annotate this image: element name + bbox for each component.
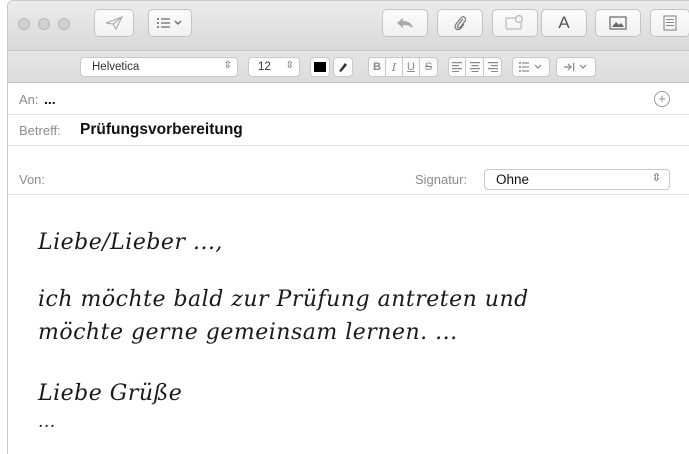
photo-browser-button[interactable] — [595, 9, 641, 37]
align-left-icon — [452, 62, 462, 72]
stationery-icon — [663, 15, 677, 31]
paper-plane-icon — [105, 16, 123, 30]
subject-label: Betreff: — [19, 123, 61, 138]
bullet-list-icon — [519, 62, 542, 72]
strikethrough-button[interactable]: S — [420, 57, 438, 77]
photo-icon — [609, 16, 627, 30]
font-size-select[interactable]: 12 ⇳ — [248, 57, 300, 77]
greeting-text: Liebe/Lieber ..., — [38, 230, 223, 255]
italic-label: I — [391, 60, 397, 74]
to-label: An: — [19, 92, 39, 107]
signature-text: ... — [38, 412, 56, 432]
zoom-button[interactable] — [58, 18, 70, 30]
chevron-updown-icon: ⇳ — [651, 172, 661, 184]
subject-field[interactable]: Prüfungsvorbereitung — [80, 121, 243, 139]
paperclip-icon — [454, 16, 467, 31]
highlighter-icon — [339, 63, 347, 72]
body-line-1: ich möchte bald zur Prüfung antreten und — [38, 287, 529, 312]
signature-label: Signatur: — [415, 172, 468, 187]
signature-select[interactable]: Ohne ⇳ — [484, 169, 670, 190]
bold-button[interactable]: B — [368, 57, 386, 77]
stationery-button[interactable] — [650, 9, 689, 37]
italic-button[interactable]: I — [386, 57, 403, 77]
list-style-button[interactable] — [512, 57, 550, 77]
mail-compose-window: A Helvetica ⇳ 12 ⇳ B I U S An: ... + Bet… — [7, 0, 689, 454]
reply-button[interactable] — [382, 9, 428, 37]
font-family-select[interactable]: Helvetica ⇳ — [80, 57, 238, 77]
list-icon — [157, 18, 182, 28]
reply-arrow-icon — [397, 18, 413, 28]
underline-button[interactable]: U — [403, 57, 420, 77]
text-color-swatch — [314, 62, 326, 72]
toolbar: A — [8, 1, 689, 51]
signature-value: Ohne — [496, 172, 530, 187]
close-button[interactable] — [18, 18, 30, 30]
from-row: Von: Signatur: Ohne ⇳ — [8, 164, 689, 195]
body-line-2: möchte gerne gemeinsam lernen. ... — [38, 320, 458, 345]
markup-button[interactable] — [492, 9, 538, 37]
send-button[interactable] — [94, 9, 134, 37]
align-center-icon — [469, 62, 480, 72]
align-right-button[interactable] — [484, 57, 502, 77]
bold-label: B — [373, 61, 381, 73]
align-left-button[interactable] — [448, 57, 466, 77]
text-color-button[interactable] — [310, 57, 330, 77]
format-bar: Helvetica ⇳ 12 ⇳ B I U S — [8, 51, 689, 83]
minimize-button[interactable] — [38, 18, 50, 30]
highlight-color-button[interactable] — [333, 57, 353, 77]
indent-button[interactable] — [556, 57, 596, 77]
header-fields-button[interactable] — [148, 9, 192, 37]
strike-label: S — [424, 61, 433, 73]
to-field[interactable]: ... — [44, 91, 56, 107]
align-right-icon — [487, 62, 498, 72]
align-center-button[interactable] — [466, 57, 484, 77]
to-row: An: ... + — [8, 84, 689, 115]
attach-button[interactable] — [437, 9, 483, 37]
font-family-value: Helvetica — [92, 61, 140, 73]
markup-icon — [505, 15, 524, 30]
font-size-value: 12 — [258, 61, 271, 73]
underline-label: U — [407, 61, 415, 73]
subject-row: Betreff: Prüfungsvorbereitung — [8, 115, 689, 146]
chevron-updown-icon: ⇳ — [223, 60, 232, 71]
indent-icon — [564, 63, 587, 71]
chevron-updown-icon: ⇳ — [285, 60, 294, 71]
format-button[interactable]: A — [541, 9, 587, 37]
add-contact-icon[interactable]: + — [654, 91, 670, 107]
message-body[interactable]: Liebe/Lieber ..., ich möchte bald zur Pr… — [8, 196, 689, 454]
format-label: A — [558, 13, 570, 32]
from-label: Von: — [19, 172, 46, 187]
closing-text: Liebe Grüße — [38, 381, 183, 406]
